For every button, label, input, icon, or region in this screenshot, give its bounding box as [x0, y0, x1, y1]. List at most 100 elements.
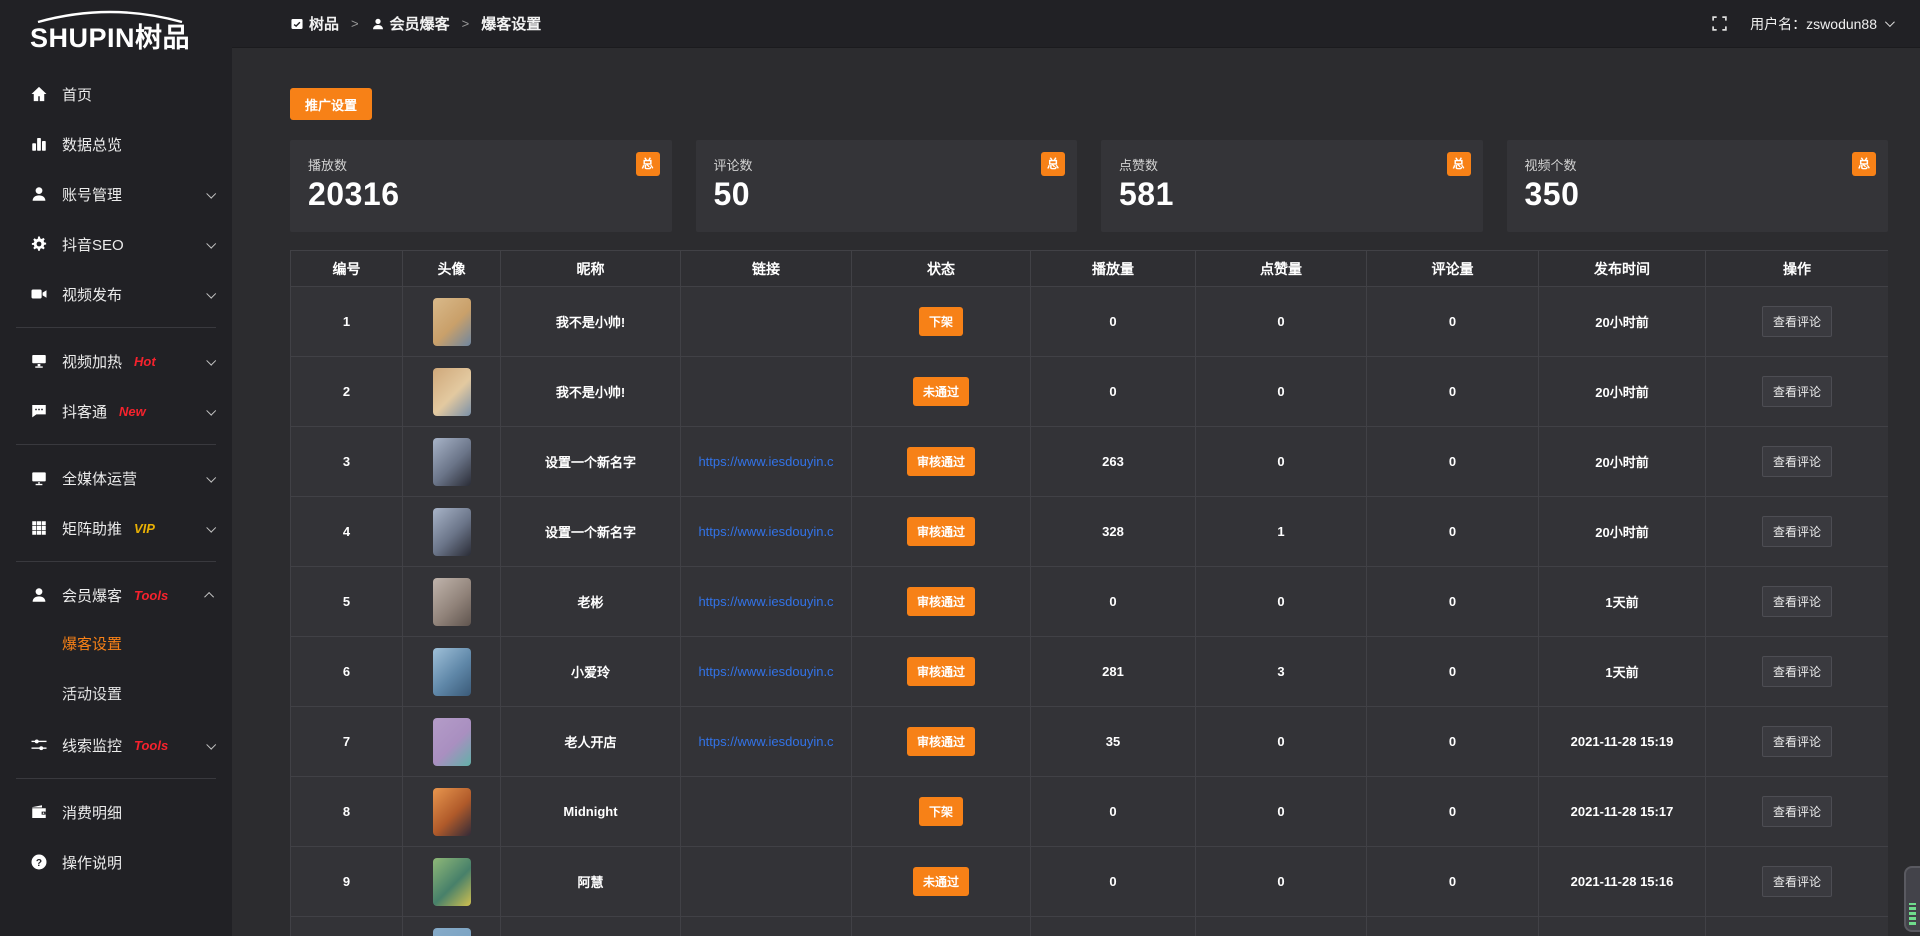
view-comments-button[interactable]: 查看评论 [1762, 516, 1832, 547]
view-comments-button[interactable]: 查看评论 [1762, 726, 1832, 757]
cell-link [681, 917, 852, 936]
cell-time: 20小时前 [1539, 497, 1706, 567]
chevron-up-icon [204, 591, 214, 601]
table-row: 4设置一个新名字https://www.iesdouyin.c审核通过32810… [291, 497, 1889, 567]
dashboard-icon [290, 17, 304, 31]
avatar [433, 858, 471, 906]
cell-plays: 0 [1031, 287, 1196, 357]
status-badge[interactable]: 下架 [919, 797, 963, 826]
sidebar-item-8[interactable]: 矩阵助推VIP [0, 503, 232, 553]
chevron-down-icon [206, 522, 216, 532]
sidebar-item-4[interactable]: 视频发布 [0, 269, 232, 319]
cell-nickname: 老人开店 [501, 707, 681, 777]
cell-time: 20小时前 [1539, 357, 1706, 427]
breadcrumb-item-1[interactable]: 会员爆客 [371, 13, 450, 34]
stat-card-1: 评论数50总 [696, 140, 1078, 232]
video-link[interactable]: https://www.iesdouyin.c [681, 524, 851, 539]
sidebar-item-10[interactable]: 线索监控Tools [0, 720, 232, 770]
column-header: 播放量 [1031, 251, 1196, 287]
cell-status: 审核通过 [852, 497, 1031, 567]
status-badge[interactable]: 审核通过 [907, 517, 975, 546]
cell-avatar [403, 427, 501, 497]
total-badge: 总 [1041, 152, 1065, 176]
stat-label: 点赞数 [1119, 155, 1465, 174]
total-badge: 总 [636, 152, 660, 176]
cell-avatar [403, 567, 501, 637]
cell-nickname: 我不是小帅! [501, 287, 681, 357]
table-header-row: 编号头像昵称链接状态播放量点赞量评论量发布时间操作 [291, 251, 1889, 287]
video-link[interactable]: https://www.iesdouyin.c [681, 664, 851, 679]
status-badge[interactable]: 审核通过 [907, 587, 975, 616]
sidebar-item-9[interactable]: 会员爆客Tools [0, 570, 232, 620]
cell-comments: 0 [1367, 427, 1539, 497]
view-comments-button[interactable]: 查看评论 [1762, 656, 1832, 687]
sidebar-item-1[interactable]: 数据总览 [0, 119, 232, 169]
sidebar-item-label: 会员爆客 [62, 585, 122, 606]
view-comments-button[interactable]: 查看评论 [1762, 376, 1832, 407]
cell-plays: 263 [1031, 427, 1196, 497]
stat-card-0: 播放数20316总 [290, 140, 672, 232]
video-link[interactable]: https://www.iesdouyin.c [681, 594, 851, 609]
chevron-down-icon [206, 405, 216, 415]
topbar: 树品>会员爆客>爆客设置 用户名：zswodun88 [232, 0, 1920, 48]
view-comments-button[interactable]: 查看评论 [1762, 796, 1832, 827]
sidebar-subitem-0[interactable]: 爆客设置 [0, 620, 232, 670]
cell-likes: 0 [1196, 777, 1367, 847]
divider [16, 444, 216, 445]
sidebar-item-3[interactable]: 抖音SEO [0, 219, 232, 269]
sidebar-item-6[interactable]: 抖客通New [0, 386, 232, 436]
sidebar-item-2[interactable]: 账号管理 [0, 169, 232, 219]
table-container: 编号头像昵称链接状态播放量点赞量评论量发布时间操作 1我不是小帅!下架00020… [290, 250, 1888, 936]
floating-widget[interactable] [1904, 866, 1920, 932]
sidebar-item-11[interactable]: 消费明细 [0, 787, 232, 837]
sidebar-subitem-1[interactable]: 活动设置 [0, 670, 232, 720]
sidebar-item-0[interactable]: 首页 [0, 69, 232, 119]
cell-nickname: 老彬 [501, 567, 681, 637]
table-row: 1我不是小帅!下架00020小时前查看评论 [291, 287, 1889, 357]
question-icon: ? [30, 853, 48, 871]
status-badge[interactable]: 未通过 [913, 377, 969, 406]
cell-action: 查看评论 [1706, 847, 1889, 917]
cell-link: https://www.iesdouyin.c [681, 427, 852, 497]
view-comments-button[interactable]: 查看评论 [1762, 306, 1832, 337]
logo[interactable]: SHUPIN树品 [0, 0, 232, 53]
user-area: 用户名：zswodun88 [1711, 14, 1892, 34]
promotion-settings-button[interactable]: 推广设置 [290, 88, 372, 120]
username-label[interactable]: 用户名：zswodun88 [1750, 14, 1877, 34]
video-link[interactable]: https://www.iesdouyin.c [681, 734, 851, 749]
app-root: SHUPIN树品 首页数据总览账号管理抖音SEO 视频发布视频加热Hot抖客通Ne… [0, 0, 1920, 936]
sidebar-item-7[interactable]: 全媒体运营 [0, 453, 232, 503]
status-badge[interactable]: 审核通过 [907, 727, 975, 756]
sidebar-item-5[interactable]: 视频加热Hot [0, 336, 232, 386]
breadcrumb-item-2[interactable]: 爆客设置 [481, 13, 541, 34]
column-header: 昵称 [501, 251, 681, 287]
view-comments-button[interactable]: 查看评论 [1762, 446, 1832, 477]
status-badge[interactable]: 下架 [919, 307, 963, 336]
cell-likes: 0 [1196, 427, 1367, 497]
cell-id: 3 [291, 427, 403, 497]
cell-plays: 0 [1031, 357, 1196, 427]
table-head: 编号头像昵称链接状态播放量点赞量评论量发布时间操作 [291, 251, 1889, 287]
view-comments-button[interactable]: 查看评论 [1762, 866, 1832, 897]
svg-text:?: ? [36, 858, 42, 869]
data-table: 编号头像昵称链接状态播放量点赞量评论量发布时间操作 1我不是小帅!下架00020… [290, 250, 1888, 936]
status-badge[interactable]: 未通过 [913, 867, 969, 896]
sidebar-item-badge: Hot [134, 354, 156, 369]
chevron-down-icon[interactable] [1885, 17, 1895, 27]
view-comments-button[interactable]: 查看评论 [1762, 586, 1832, 617]
video-link[interactable]: https://www.iesdouyin.c [681, 454, 851, 469]
cell-action: 查看评论 [1706, 567, 1889, 637]
cell-action: 查看评论 [1706, 497, 1889, 567]
status-badge[interactable]: 审核通过 [907, 657, 975, 686]
cell-likes: 3 [1196, 637, 1367, 707]
cell-status [852, 917, 1031, 936]
cell-action [1706, 917, 1889, 936]
sidebar-item-label: 抖音SEO [62, 234, 124, 255]
sidebar-item-12[interactable]: ?操作说明 [0, 837, 232, 887]
chevron-down-icon [206, 238, 216, 248]
status-badge[interactable]: 审核通过 [907, 447, 975, 476]
breadcrumb-item-0[interactable]: 树品 [290, 13, 339, 34]
member-icon [30, 586, 48, 604]
avatar [433, 438, 471, 486]
fullscreen-icon[interactable] [1711, 15, 1728, 32]
